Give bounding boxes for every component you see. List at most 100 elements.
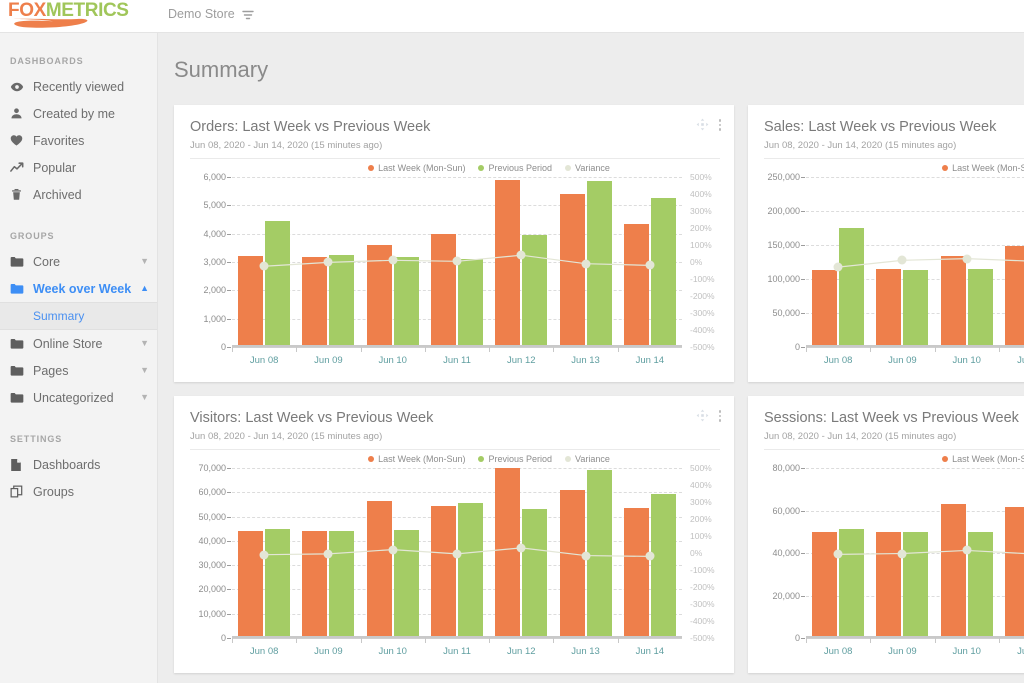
bar-previous-period[interactable] [651,494,676,639]
move-arrows-icon[interactable] [696,409,709,422]
bar-previous-period[interactable] [265,529,290,638]
legend-item[interactable]: Previous Period [478,454,552,464]
x-axis-tick-label: Jun 13 [553,355,617,366]
bar-current-period[interactable] [812,532,837,638]
legend-item[interactable]: Last Week (Mon-Sun) [368,454,465,464]
variance-point-marker[interactable] [581,551,590,560]
bar-previous-period[interactable] [587,470,612,638]
variance-point-marker[interactable] [962,254,971,263]
sidebar-item-archived[interactable]: Archived [0,181,157,208]
bar-previous-period[interactable] [968,269,993,347]
bar-previous-period[interactable] [839,529,864,638]
variance-point-marker[interactable] [645,552,654,561]
bar-previous-period[interactable] [458,503,483,638]
bar-previous-period[interactable] [522,509,547,638]
variance-point-marker[interactable] [453,257,462,266]
legend-item[interactable]: Last Week (Mon-Sun) [368,163,465,173]
variance-point-marker[interactable] [324,258,333,267]
variance-point-marker[interactable] [581,259,590,268]
variance-point-marker[interactable] [898,256,907,265]
bar-current-period[interactable] [624,508,649,638]
variance-point-marker[interactable] [260,262,269,271]
variance-point-marker[interactable] [517,251,526,260]
bar-current-period[interactable] [941,256,966,347]
bar-previous-period[interactable] [329,255,354,347]
bar-current-period[interactable] [431,506,456,638]
chevron-down-icon[interactable]: ▼ [140,393,149,402]
bar-previous-period[interactable] [651,198,676,347]
variance-point-marker[interactable] [645,261,654,270]
kebab-menu-icon[interactable] [716,408,725,424]
secondary-y-axis-tick-label: 500% [690,172,712,182]
variance-point-marker[interactable] [453,549,462,558]
variance-point-marker[interactable] [324,549,333,558]
bar-current-period[interactable] [238,256,263,347]
bar-previous-period[interactable] [839,228,864,347]
sidebar-item-pages[interactable]: Pages ▼ [0,357,157,384]
bar-current-period[interactable] [431,234,456,347]
bar-current-period[interactable] [367,501,392,638]
sidebar-item-core[interactable]: Core ▼ [0,248,157,275]
chevron-down-icon[interactable]: ▼ [140,366,149,375]
bar-previous-period[interactable] [522,235,547,347]
variance-point-marker[interactable] [517,543,526,552]
secondary-y-axis-tick-label: 0% [690,257,702,267]
sidebar-item-dashboards[interactable]: Dashboards [0,451,157,478]
folder-icon [10,283,28,295]
bar-current-period[interactable] [624,224,649,347]
bar-current-period[interactable] [495,180,520,347]
variance-point-marker[interactable] [388,545,397,554]
legend-item[interactable]: Last Week (Mon-Sun) [942,454,1024,464]
bar-previous-period[interactable] [394,257,419,347]
bar-current-period[interactable] [560,194,585,347]
bar-current-period[interactable] [302,531,327,638]
bar-previous-period[interactable] [394,530,419,638]
legend-item[interactable]: Variance [565,163,610,173]
bar-previous-period[interactable] [458,259,483,347]
sidebar-item-week-over-week[interactable]: Week over Week ▲ [0,275,157,302]
chevron-up-icon[interactable]: ▲ [140,284,149,293]
sidebar-item-popular[interactable]: Popular [0,154,157,181]
bar-current-period[interactable] [941,504,966,638]
bar-current-period[interactable] [1005,507,1024,638]
bar-previous-period[interactable] [903,270,928,347]
sidebar-item-summary[interactable]: Summary [0,303,157,329]
sidebar-item-recently-viewed[interactable]: Recently viewed [0,73,157,100]
chart-legend: Last Week (Mon-Sun) Previous Period Varian… [174,163,734,173]
bar-current-period[interactable] [812,270,837,347]
legend-item[interactable]: Last Week (Mon-Sun) [942,163,1024,173]
variance-point-marker[interactable] [260,550,269,559]
bar-current-period[interactable] [560,490,585,638]
chevron-down-icon[interactable]: ▼ [140,339,149,348]
foxmetrics-logo[interactable]: FOXMETRICS [8,1,158,31]
sidebar-item-groups[interactable]: Groups [0,478,157,505]
variance-point-marker[interactable] [962,546,971,555]
sidebar-item-online-store[interactable]: Online Store ▼ [0,330,157,357]
legend-item[interactable]: Variance [565,454,610,464]
chevron-down-icon[interactable]: ▼ [140,257,149,266]
bar-previous-period[interactable] [265,221,290,347]
variance-point-marker[interactable] [834,263,843,272]
bar-previous-period[interactable] [903,532,928,638]
bar-current-period[interactable] [238,531,263,638]
sidebar-item-favorites[interactable]: Favorites [0,127,157,154]
store-selector[interactable]: Demo Store [168,7,253,21]
bar-previous-period[interactable] [968,532,993,638]
variance-point-marker[interactable] [898,549,907,558]
bar-current-period[interactable] [495,468,520,638]
bar-current-period[interactable] [876,532,901,638]
bar-current-period[interactable] [876,269,901,347]
legend-item[interactable]: Previous Period [478,163,552,173]
sidebar-item-label: Recently viewed [33,80,124,94]
bar-current-period[interactable] [302,257,327,347]
bar-previous-period[interactable] [587,181,612,347]
variance-point-marker[interactable] [388,256,397,265]
variance-point-marker[interactable] [834,550,843,559]
sidebar-item-uncategorized[interactable]: Uncategorized ▼ [0,384,157,411]
y-axis-tick-label: 0 [221,633,226,643]
bar-current-period[interactable] [1005,246,1024,347]
sidebar-item-created-by-me[interactable]: Created by me [0,100,157,127]
bar-previous-period[interactable] [329,531,354,638]
move-arrows-icon[interactable] [696,118,709,131]
kebab-menu-icon[interactable] [716,117,725,133]
